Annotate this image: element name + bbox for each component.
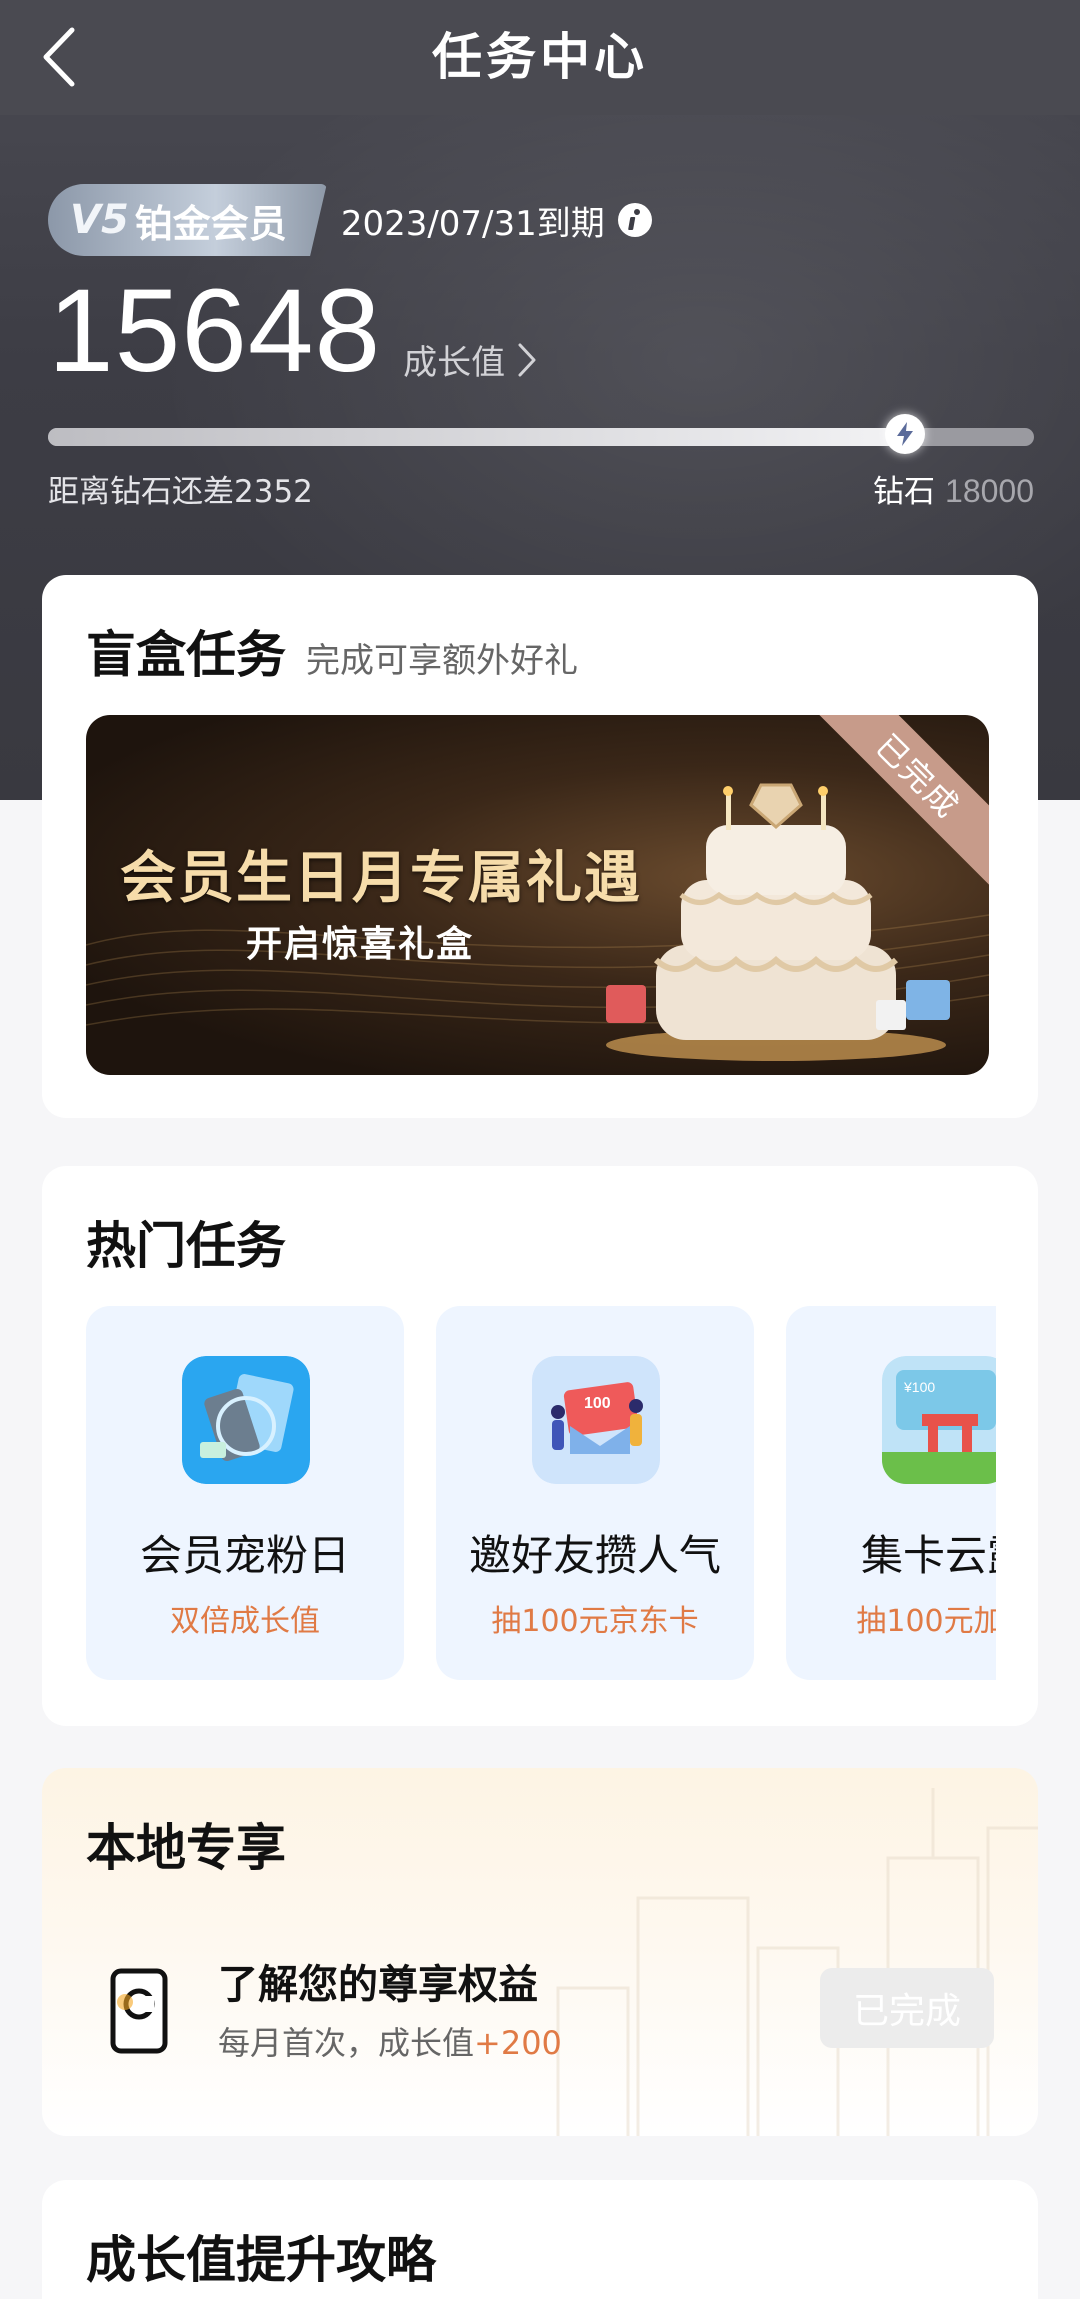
next-level-name: 钻石 (873, 474, 936, 510)
task-reward: 抽100元京东卡 (491, 1604, 699, 1639)
blind-box-card: 盲盒任务 完成可享额外好礼 会员生日月专属礼遇 开启惊喜礼盒 已完成 (42, 575, 1038, 1118)
task-reward: 抽100元加油 (856, 1604, 996, 1639)
page-title: 任务中心 (432, 27, 648, 86)
task-card[interactable]: ¥100 集卡云露 抽100元加油 (786, 1306, 996, 1680)
next-level-threshold: 18000 (945, 473, 1034, 509)
navbar: 任务中心 (0, 0, 1080, 115)
benefit-card-icon (110, 1968, 168, 2054)
invite-card-icon: 100 (532, 1356, 660, 1484)
chevron-right-icon (518, 343, 536, 376)
city-skyline-decoration (556, 1788, 1038, 2136)
birthday-banner[interactable]: 会员生日月专属礼遇 开启惊喜礼盒 已完成 (86, 715, 989, 1075)
gas-card-icon: ¥100 (882, 1356, 996, 1484)
local-item-desc: 每月首次，成长值+200 (218, 2018, 562, 2064)
task-name: 邀好友攒人气 (468, 1531, 721, 1580)
local-exclusive-title: 本地专享 (86, 1819, 286, 1877)
vip-level: V5 (70, 197, 129, 243)
vip-level-name: 铂金会员 (134, 201, 287, 246)
local-item-points: +200 (474, 2024, 562, 2062)
task-card[interactable]: 会员宠粉日 双倍成长值 (86, 1306, 404, 1680)
blind-box-title: 盲盒任务 (86, 626, 286, 684)
blind-box-header: 盲盒任务 完成可享额外好礼 (86, 615, 578, 687)
growth-progress-bar (48, 414, 1034, 454)
growth-points-label: 成长值 (403, 343, 506, 383)
local-exclusive-card: 本地专享 了解您的尊享权益 每月首次，成长值+200 已完成 (42, 1768, 1038, 2136)
expire-date: 2023/07/31到期 (340, 203, 605, 244)
svg-text:¥100: ¥100 (903, 1379, 935, 1395)
hot-tasks-card: 热门任务 会员宠粉日 双倍成长值 100 邀好友攒人气 抽100元京东卡 ¥10… (42, 1166, 1038, 1726)
lightning-icon (897, 422, 914, 446)
banner-subtitle: 开启惊喜礼盒 (246, 924, 475, 965)
growth-points: 15648 (48, 265, 382, 397)
banner-title: 会员生日月专属礼遇 (120, 846, 642, 911)
growth-tips-title: 成长值提升攻略 (86, 2231, 436, 2289)
svg-text:100: 100 (584, 1395, 611, 1412)
vip-level-badge[interactable]: V5 铂金会员 (48, 184, 327, 256)
blind-box-subtitle: 完成可享额外好礼 (306, 641, 578, 681)
phone-gift-icon (182, 1356, 310, 1484)
completed-button[interactable]: 已完成 (820, 1968, 994, 2048)
progress-fill (48, 428, 906, 446)
task-name: 集卡云露 (860, 1531, 996, 1580)
member-info-row: V5 铂金会员 2023/07/31到期 (48, 184, 653, 256)
points-row[interactable]: 15648 成长值 (48, 272, 537, 390)
hot-tasks-title: 热门任务 (86, 1217, 286, 1275)
hot-tasks-scroller[interactable]: 会员宠粉日 双倍成长值 100 邀好友攒人气 抽100元京东卡 ¥100 集卡云… (86, 1306, 996, 1686)
growth-points-link[interactable]: 成长值 (403, 335, 537, 384)
growth-tips-card: 成长值提升攻略 (42, 2180, 1038, 2299)
local-item-desc-prefix: 每月首次，成长值 (218, 2024, 475, 2062)
progress-knob (885, 414, 926, 454)
task-reward: 双倍成长值 (170, 1604, 320, 1639)
info-icon[interactable] (617, 202, 653, 238)
progress-labels: 距离钻石还差2352 钻石 18000 (48, 466, 1034, 511)
gap-to-next-level: 距离钻石还差2352 (48, 474, 313, 510)
task-name: 会员宠粉日 (139, 1531, 350, 1580)
local-item-name: 了解您的尊享权益 (218, 1962, 538, 2008)
task-card[interactable]: 100 邀好友攒人气 抽100元京东卡 (436, 1306, 754, 1680)
next-level: 钻石 18000 (873, 466, 1034, 511)
